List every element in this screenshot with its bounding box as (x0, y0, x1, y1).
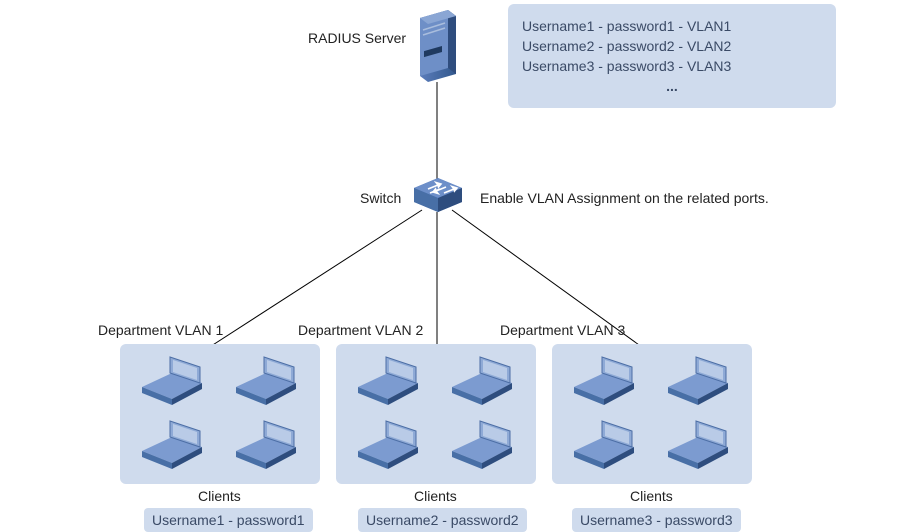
laptop-icon (134, 353, 212, 411)
laptop-icon (444, 353, 522, 411)
switch-label: Switch (360, 190, 401, 206)
switch-note: Enable VLAN Assignment on the related po… (480, 190, 769, 206)
laptop-icon (660, 353, 738, 411)
cred-box: Username2 - password2 (358, 508, 527, 532)
laptop-icon (660, 417, 738, 475)
laptop-icon (566, 417, 644, 475)
switch-icon (414, 178, 462, 214)
laptop-icon (228, 417, 306, 475)
config-line: Username2 - password2 - VLAN2 (522, 38, 822, 54)
cred-box: Username3 - password3 (572, 508, 741, 532)
clients-label: Clients (198, 488, 241, 504)
laptop-icon (350, 353, 428, 411)
config-line: Username1 - password1 - VLAN1 (522, 18, 822, 34)
server-icon (414, 4, 462, 82)
clients-label: Clients (630, 488, 673, 504)
config-line: Username3 - password3 - VLAN3 (522, 58, 822, 74)
dept-title: Department VLAN 1 (98, 322, 223, 338)
dept-title: Department VLAN 2 (298, 322, 423, 338)
cred-box: Username1 - password1 (144, 508, 313, 532)
config-line-more: ... (522, 78, 822, 94)
server-label: RADIUS Server (308, 30, 406, 46)
laptop-icon (350, 417, 428, 475)
dept-group (120, 344, 320, 484)
dept-group (552, 344, 752, 484)
laptop-icon (566, 353, 644, 411)
laptop-icon (134, 417, 212, 475)
dept-group (336, 344, 536, 484)
dept-title: Department VLAN 3 (500, 322, 625, 338)
clients-label: Clients (414, 488, 457, 504)
config-panel: Username1 - password1 - VLAN1 Username2 … (508, 4, 836, 108)
laptop-icon (444, 417, 522, 475)
laptop-icon (228, 353, 306, 411)
